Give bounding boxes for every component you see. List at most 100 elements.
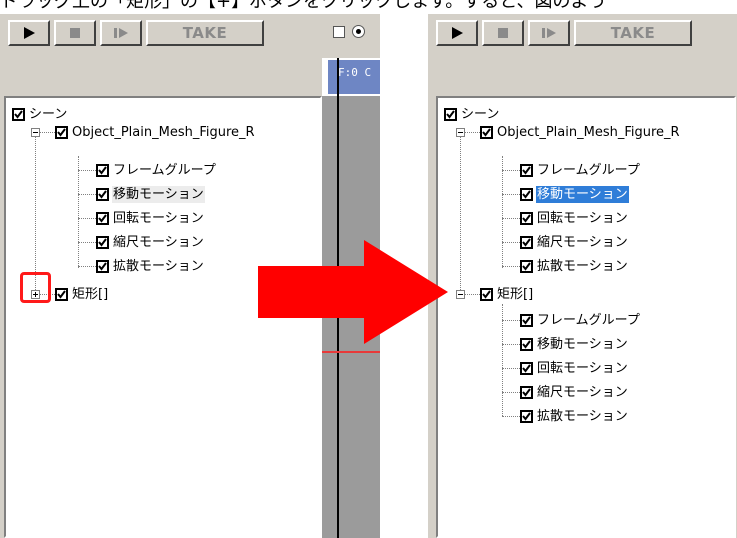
tree-node-label: 拡散モーション <box>113 258 204 274</box>
tree-node-motion[interactable]: 縮尺モーション <box>520 232 629 252</box>
checkmark-icon <box>522 339 531 349</box>
tree-node-motion[interactable]: フレームグループ <box>96 160 217 180</box>
checkbox[interactable] <box>520 409 533 423</box>
checkbox[interactable] <box>55 287 68 301</box>
option-radio[interactable] <box>352 25 365 38</box>
tree-line <box>78 242 96 243</box>
checkbox[interactable] <box>520 187 533 201</box>
collapse-icon[interactable] <box>456 128 465 137</box>
checkbox[interactable] <box>480 287 493 301</box>
tree-node-motion[interactable]: 移動モーション <box>96 184 205 204</box>
checkbox[interactable] <box>96 259 109 273</box>
tree-node-scene[interactable]: シーン <box>12 104 68 124</box>
checkmark-icon <box>57 127 66 137</box>
tree-node-motion[interactable]: 回転モーション <box>520 208 629 228</box>
checkbox[interactable] <box>96 235 109 249</box>
collapse-icon[interactable] <box>456 290 465 299</box>
tree-node-motion[interactable]: 縮尺モーション <box>96 232 205 252</box>
tree-line <box>78 218 96 219</box>
checkmark-icon <box>482 127 491 137</box>
tree-node-motion[interactable]: 移動モーション <box>520 334 629 354</box>
checkmark-icon <box>98 165 107 175</box>
tree-node-label: 回転モーション <box>537 360 628 376</box>
tree-line <box>502 320 520 321</box>
tree-line <box>502 344 520 345</box>
take-button[interactable]: TAKE <box>574 20 692 46</box>
checkbox[interactable] <box>520 235 533 249</box>
tree-node-label: シーン <box>29 106 68 122</box>
tree-node-object[interactable]: Object_Plain_Mesh_Figure_R <box>55 122 256 142</box>
checkmark-icon <box>522 363 531 373</box>
play-button[interactable] <box>436 20 478 46</box>
checkbox[interactable] <box>96 187 109 201</box>
checkbox[interactable] <box>520 211 533 225</box>
tree-node-motion[interactable]: 回転モーション <box>96 208 205 228</box>
expand-button-highlight <box>20 272 51 303</box>
tree-node-label: 縮尺モーション <box>537 384 628 400</box>
tree-line <box>460 132 461 294</box>
checkmark-icon <box>446 109 455 119</box>
take-button-label: TAKE <box>610 24 656 42</box>
tree-node-label: シーン <box>461 106 500 122</box>
take-button[interactable]: TAKE <box>146 20 264 46</box>
checkmark-icon <box>98 213 107 223</box>
checkbox[interactable] <box>520 337 533 351</box>
checkbox[interactable] <box>444 107 457 121</box>
right-panel: TAKE シーン Object_Plain_Mesh_Figure_R フレーム… <box>428 14 737 538</box>
tree-node-label: 矩形[] <box>72 286 109 302</box>
checkmark-icon <box>98 189 107 199</box>
tree-line <box>502 156 503 268</box>
checkbox[interactable] <box>520 163 533 177</box>
tree-node-motion[interactable]: 回転モーション <box>520 358 629 378</box>
step-forward-button[interactable] <box>100 20 142 46</box>
tree-node-motion[interactable]: 拡散モーション <box>96 256 205 276</box>
tree-line <box>78 170 96 171</box>
tree-node-object[interactable]: Object_Plain_Mesh_Figure_R <box>480 122 681 142</box>
tree-node-motion[interactable]: フレームグループ <box>520 160 641 180</box>
right-arrow-icon <box>258 240 448 344</box>
tree-line <box>502 218 520 219</box>
checkbox[interactable] <box>480 125 493 139</box>
checkbox[interactable] <box>12 107 25 121</box>
stop-button[interactable] <box>482 20 524 46</box>
checkbox[interactable] <box>96 163 109 177</box>
tree-node-label: 回転モーション <box>537 210 628 226</box>
tree-node-label: 縮尺モーション <box>113 234 204 250</box>
tree-node-label: Object_Plain_Mesh_Figure_R <box>72 124 255 140</box>
tree-node-motion[interactable]: 拡散モーション <box>520 256 629 276</box>
play-button[interactable] <box>8 20 50 46</box>
tree-node-motion[interactable]: フレームグループ <box>520 310 641 330</box>
tree-node-rect[interactable]: 矩形[] <box>55 284 109 304</box>
checkbox[interactable] <box>96 211 109 225</box>
tree-line <box>502 392 520 393</box>
option-checkbox[interactable] <box>333 26 345 38</box>
checkbox[interactable] <box>520 385 533 399</box>
collapse-icon[interactable] <box>31 128 40 137</box>
tree-node-motion[interactable]: 縮尺モーション <box>520 382 629 402</box>
checkbox[interactable] <box>55 125 68 139</box>
tree-node-motion[interactable]: 移動モーション <box>520 184 629 204</box>
checkmark-icon <box>522 387 531 397</box>
tree-node-label: フレームグループ <box>113 162 216 178</box>
tree-line <box>502 170 520 171</box>
tree-node-motion[interactable]: 拡散モーション <box>520 406 629 426</box>
checkbox[interactable] <box>520 361 533 375</box>
checkbox[interactable] <box>520 313 533 327</box>
step-forward-button[interactable] <box>528 20 570 46</box>
timeline-marker <box>322 351 380 353</box>
timeline-ruler: F:0 C <box>328 60 380 94</box>
tree-node-label: 拡散モーション <box>537 408 628 424</box>
tree-line <box>502 368 520 369</box>
tree-node-scene[interactable]: シーン <box>444 104 500 124</box>
tree-node-label: フレームグループ <box>537 162 640 178</box>
stop-button[interactable] <box>54 20 96 46</box>
frame-indicator: F:0 C <box>338 66 372 79</box>
checkbox[interactable] <box>520 259 533 273</box>
right-scene-tree[interactable]: シーン Object_Plain_Mesh_Figure_R フレームグループ … <box>436 96 736 538</box>
tree-line <box>78 194 96 195</box>
checkmark-icon <box>522 411 531 421</box>
stop-icon <box>70 28 80 38</box>
tree-line <box>502 416 520 417</box>
tree-node-rect[interactable]: 矩形[] <box>480 284 534 304</box>
checkmark-icon <box>98 261 107 271</box>
